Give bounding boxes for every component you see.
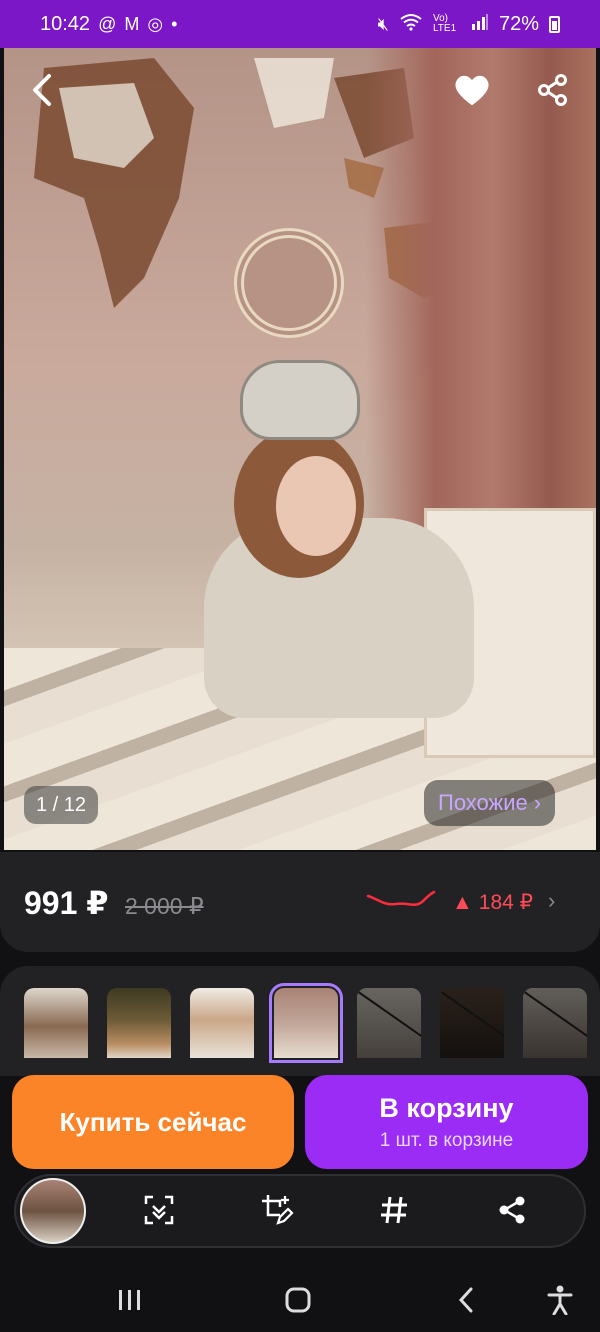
gmail-icon: M — [124, 13, 140, 34]
mute-icon: 🔇︎ — [377, 13, 389, 34]
price-history-sparkline — [366, 890, 436, 906]
old-price: 2 000 ₽ — [125, 893, 204, 919]
triangle-up-icon: ▲ — [452, 890, 473, 914]
share-icon — [499, 1196, 525, 1224]
similar-label: Похожие — [438, 790, 528, 815]
similar-button[interactable]: Похожие › — [424, 780, 556, 826]
home-button[interactable] — [276, 1278, 320, 1322]
image-counter-label: 1 / 12 — [36, 793, 87, 816]
add-to-cart-button[interactable]: В корзину 1 шт. в корзине — [305, 1075, 588, 1169]
edit-button[interactable] — [255, 1188, 299, 1232]
thumbnail-unavailable[interactable] — [357, 988, 421, 1058]
toolbar-share-button[interactable] — [490, 1188, 534, 1232]
girl-face — [276, 456, 356, 556]
edit-crop-icon — [262, 1195, 294, 1225]
back-nav-button[interactable] — [444, 1278, 488, 1322]
owl-mask — [240, 360, 360, 440]
share-icon — [538, 74, 567, 106]
price-change: ▲ 184 ₽ — [452, 890, 533, 915]
chevron-left-icon — [458, 1287, 473, 1313]
chevron-right-icon[interactable]: › — [548, 888, 555, 914]
thumbnail-selected[interactable] — [269, 983, 343, 1063]
signal-icon — [471, 13, 489, 35]
status-bar: 10:42 @ M ◎ • 🔇︎ Vo) LTE1 72% — [0, 0, 600, 48]
product-photo[interactable] — [4, 48, 596, 850]
add-to-cart-label: В корзину — [379, 1092, 514, 1123]
chevron-left-icon — [33, 74, 51, 106]
image-counter: 1 / 12 — [24, 786, 99, 824]
thumbnail[interactable] — [107, 988, 171, 1058]
back-button[interactable] — [22, 70, 62, 110]
chevron-right-icon: › — [533, 790, 542, 815]
battery-percent: 72% — [498, 12, 539, 35]
home-icon — [285, 1287, 311, 1313]
accessibility-button[interactable] — [538, 1278, 582, 1322]
scan-icon — [144, 1195, 174, 1225]
recents-button[interactable] — [108, 1278, 152, 1322]
favorite-button[interactable] — [450, 70, 494, 110]
at-sign-icon: @ — [98, 13, 117, 34]
hashtag-icon — [381, 1196, 407, 1224]
share-button[interactable] — [533, 70, 573, 110]
wifi-icon — [399, 13, 423, 36]
wall-mirror — [234, 228, 344, 338]
current-price: 991 ₽ — [24, 885, 109, 921]
thumbnail-unavailable[interactable] — [440, 988, 504, 1058]
buy-now-button[interactable]: Купить сейчас — [12, 1075, 294, 1169]
recents-icon — [119, 1290, 140, 1310]
price-change-value: 184 ₽ — [478, 891, 534, 914]
heart-icon — [455, 75, 489, 106]
instagram-icon: ◎ — [147, 13, 164, 34]
thumbnail[interactable] — [190, 988, 254, 1058]
hashtag-button[interactable] — [372, 1188, 416, 1232]
dot-icon: • — [171, 13, 178, 34]
scan-button[interactable] — [137, 1188, 181, 1232]
screenshot-preview[interactable] — [20, 1178, 86, 1244]
thumbnail-unavailable[interactable] — [523, 988, 587, 1058]
clock: 10:42 — [40, 12, 91, 35]
cart-quantity-label: 1 шт. в корзине — [379, 1129, 514, 1151]
network-type: Vo) LTE1 — [432, 13, 457, 34]
thumbnail[interactable] — [24, 988, 88, 1058]
battery-icon — [549, 15, 560, 33]
accessibility-icon — [547, 1285, 573, 1315]
